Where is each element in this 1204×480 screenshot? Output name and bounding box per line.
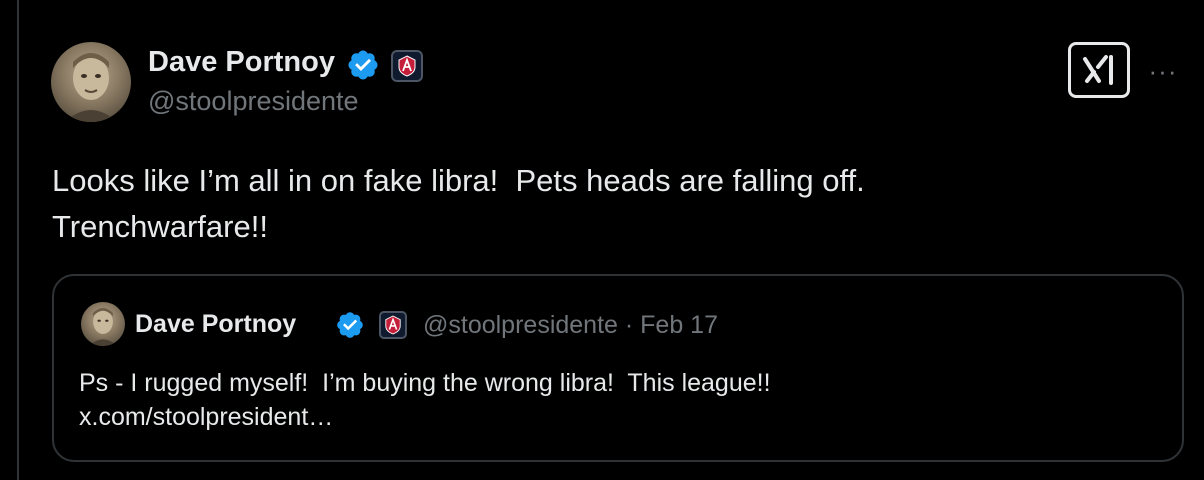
affiliate-badge-icon[interactable] — [391, 50, 423, 82]
tweet-text: Looks like I’m all in on fake libra! Pet… — [52, 158, 1152, 250]
quoted-text-line: Ps - I rugged myself! I’m buying the wro… — [79, 369, 771, 397]
quoted-tweet-card[interactable]: Dave Portnoy @stoolpresidente · Feb 17 P… — [52, 274, 1184, 462]
grok-x-icon — [1083, 55, 1113, 85]
more-icon: ··· — [1148, 55, 1178, 86]
tweet: Dave Portnoy @stoolpresidente ··· Looks … — [0, 0, 1204, 480]
author-handle[interactable]: @stoolpresidente — [148, 86, 359, 117]
affiliate-badge-icon[interactable] — [379, 311, 407, 339]
grok-button[interactable] — [1068, 42, 1130, 98]
avatar[interactable] — [51, 42, 131, 122]
quoted-text: Ps - I rugged myself! I’m buying the wro… — [79, 366, 771, 434]
quoted-handle-date[interactable]: @stoolpresidente · Feb 17 — [423, 311, 718, 340]
author-display-name[interactable]: Dave Portnoy — [148, 46, 335, 79]
tweet-text-line: Looks like I’m all in on fake libra! Pet… — [52, 163, 865, 198]
quoted-avatar[interactable] — [81, 302, 125, 346]
verified-badge-icon — [337, 312, 363, 338]
verified-badge-icon — [348, 50, 378, 80]
quoted-author-name[interactable]: Dave Portnoy — [135, 310, 296, 339]
tweet-text-line: Trenchwarfare!! — [52, 209, 268, 244]
quoted-link[interactable]: x.com/stoolpresident… — [79, 400, 771, 434]
more-options-button[interactable]: ··· — [1148, 56, 1178, 86]
